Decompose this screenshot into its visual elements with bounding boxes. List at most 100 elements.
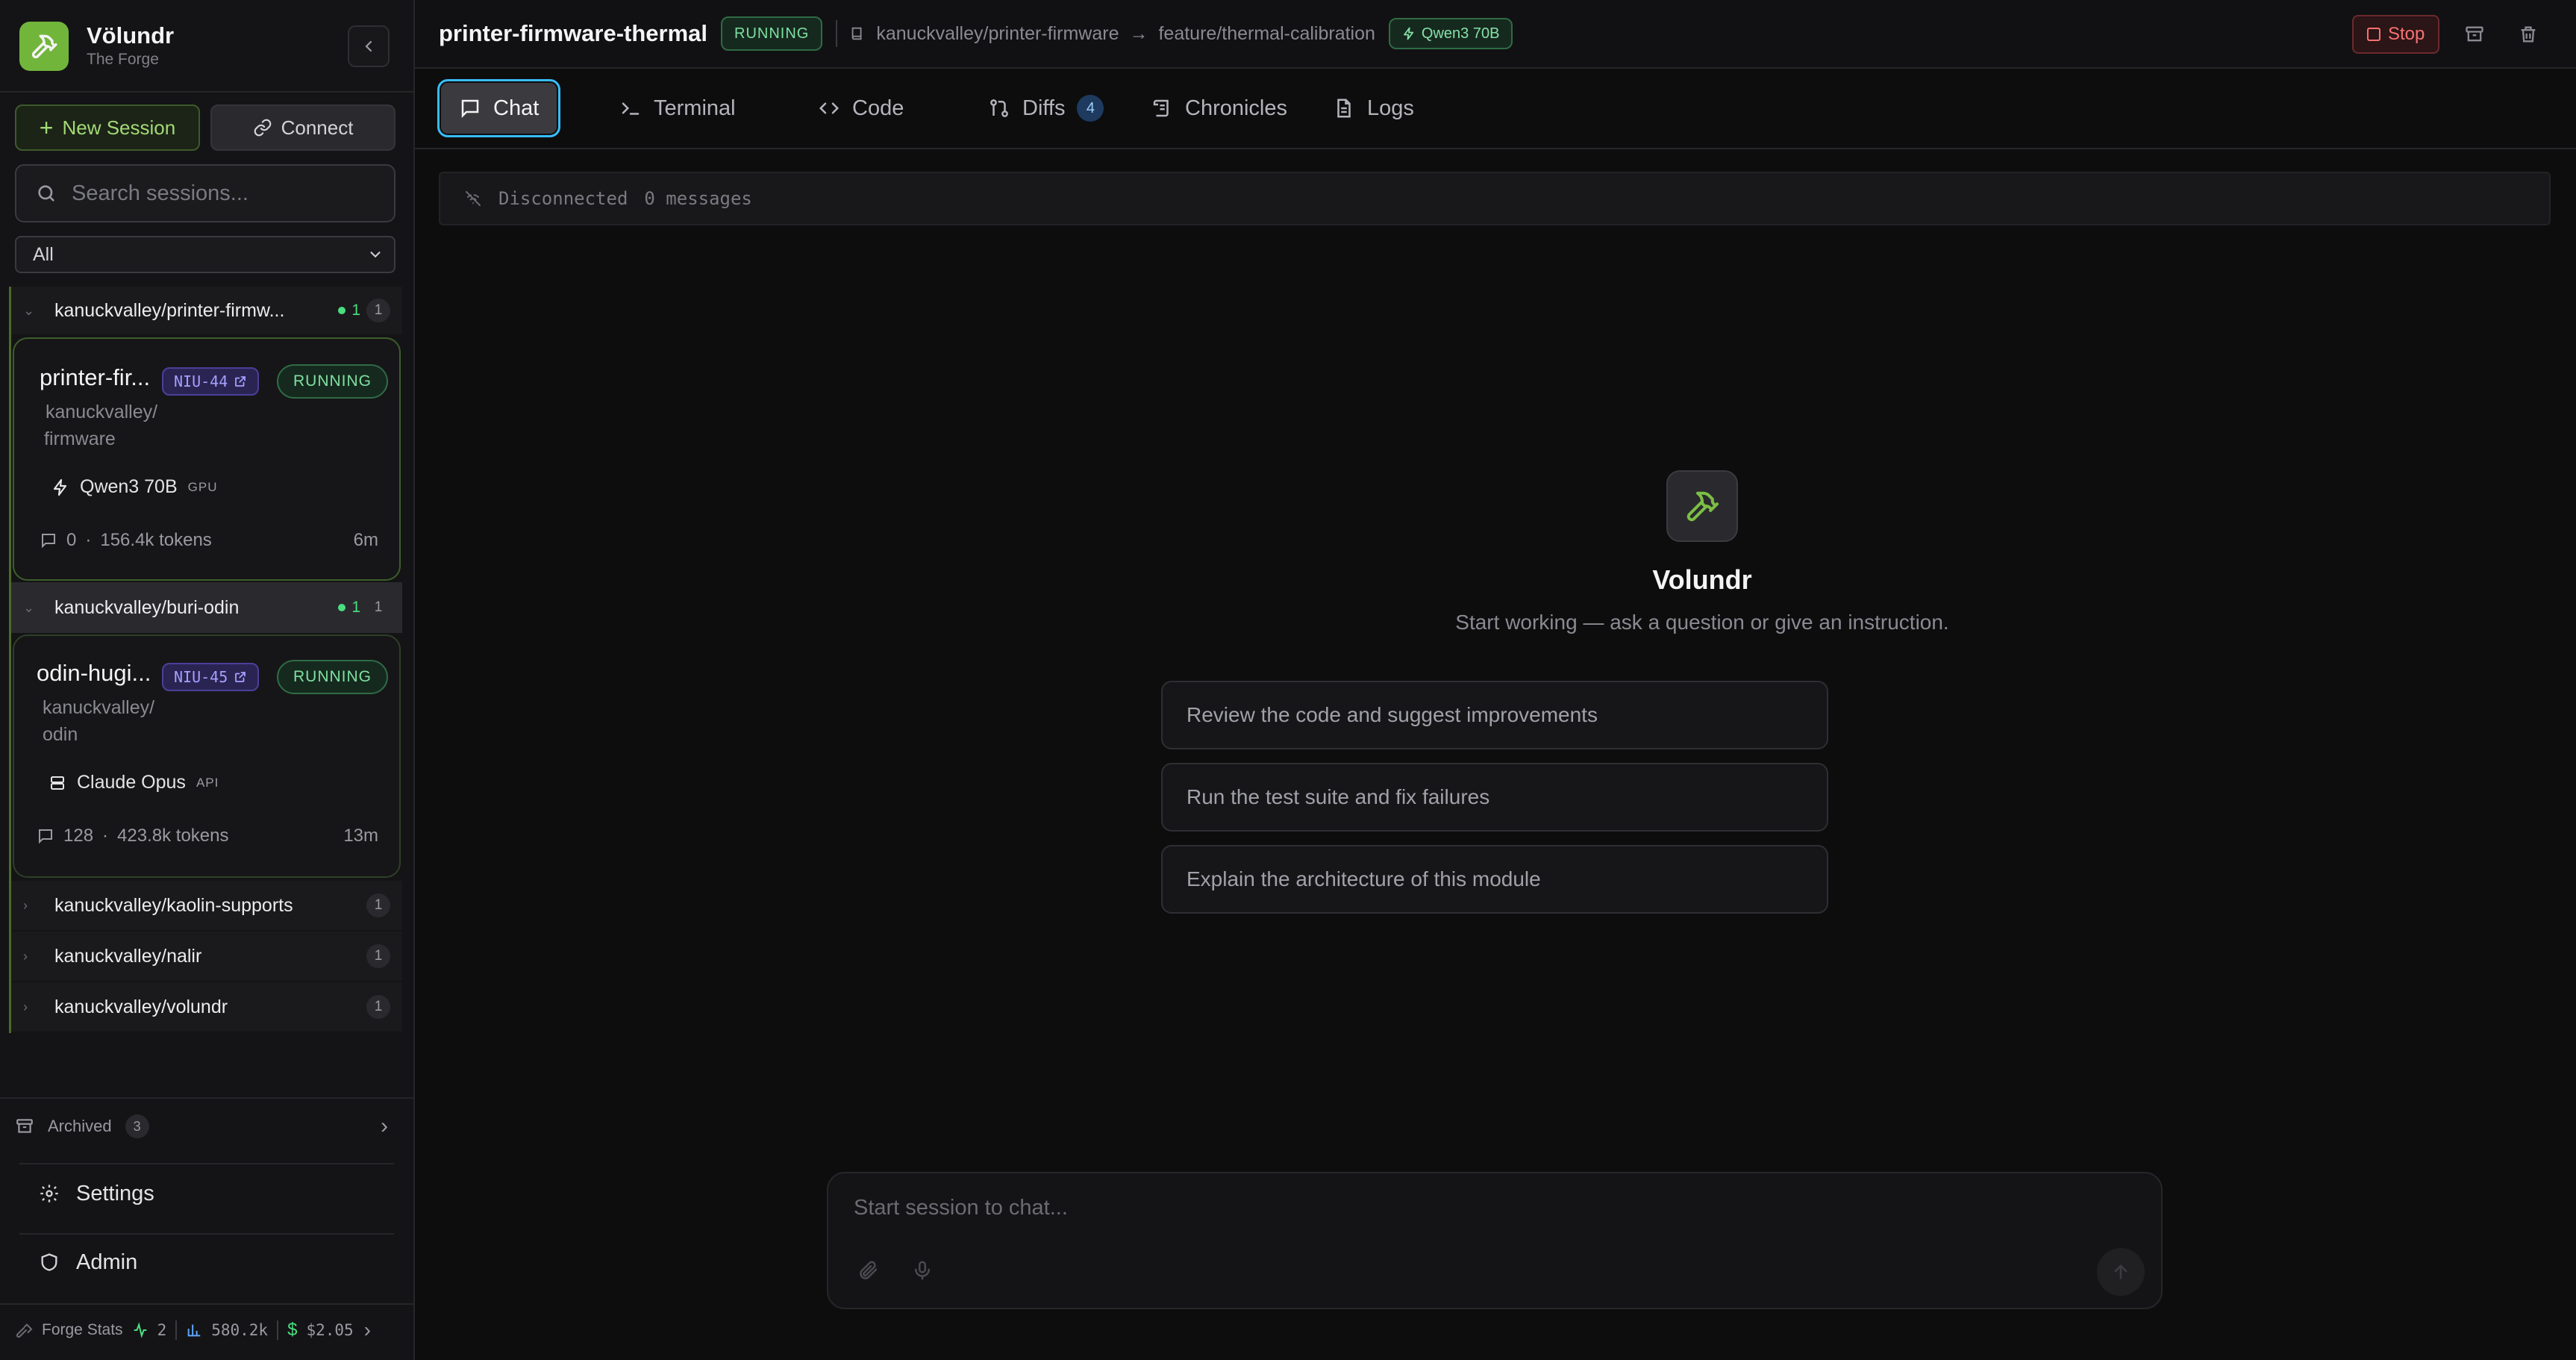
model-name: Claude Opus — [77, 772, 186, 793]
chevron-right-icon: › — [23, 897, 28, 913]
session-path: kanuckvalley/ firmware — [44, 399, 158, 452]
archived-count: 3 — [125, 1114, 149, 1138]
divider — [0, 1303, 413, 1305]
gear-icon — [40, 1185, 58, 1203]
external-link-icon — [235, 376, 246, 387]
archived-sessions-toggle[interactable]: Archived 3 › — [15, 1108, 396, 1145]
send-button[interactable] — [2097, 1248, 2145, 1296]
terminal-icon — [622, 102, 640, 115]
bar-chart-icon — [187, 1324, 201, 1337]
stop-label: Stop — [2388, 24, 2425, 44]
dollar-icon: $ — [287, 1320, 298, 1340]
new-session-button[interactable]: + New Session — [15, 105, 200, 151]
message-icon — [42, 534, 55, 549]
composer-input[interactable]: Start session to chat... — [854, 1196, 1068, 1220]
chevron-right-icon: › — [23, 999, 28, 1014]
separator — [277, 1320, 279, 1340]
group-header-kaolin-supports[interactable]: › kanuckvalley/kaolin-supports 1 — [11, 881, 402, 930]
ticket-link[interactable]: NIU-44 — [162, 367, 260, 396]
session-filter-select[interactable]: All — [15, 236, 396, 273]
active-count: 1 — [351, 302, 360, 319]
connection-status-bar: Disconnected 0 messages — [439, 172, 2551, 225]
active-count: 1 — [351, 599, 360, 616]
group-header-buri-odin[interactable]: ⌄ kanuckvalley/buri-odin 1 1 — [11, 582, 402, 633]
suggestion-button[interactable]: Run the test suite and fix failures — [1161, 763, 1828, 832]
microphone-button[interactable] — [907, 1255, 937, 1285]
code-icon — [819, 102, 840, 114]
admin-link[interactable]: Admin — [39, 1244, 137, 1281]
branch-name: feature/thermal-calibration — [1158, 22, 1375, 44]
trash-icon — [2521, 26, 2536, 43]
suggestion-button[interactable]: Explain the architecture of this module — [1161, 845, 1828, 914]
chevron-down-icon — [370, 252, 381, 258]
tab-chronicles[interactable]: Chronicles — [1151, 79, 1287, 137]
delete-session-button[interactable] — [2513, 19, 2543, 49]
status-badge: RUNNING — [721, 16, 823, 51]
model-name: Qwen3 70B — [80, 476, 178, 497]
ticket-id: NIU-44 — [174, 372, 228, 390]
repo-breadcrumb: kanuckvalley/printer-firmware → feature/… — [849, 23, 1375, 45]
connect-label: Connect — [281, 116, 354, 139]
path-line: firmware — [44, 428, 116, 449]
forge-stats[interactable]: Forge Stats 2 580.2k $ $2.05 › — [15, 1314, 396, 1347]
diff-count-badge: 4 — [1077, 95, 1104, 122]
tab-chat[interactable]: Chat — [437, 79, 561, 137]
ticket-id: NIU-45 — [174, 668, 228, 686]
session-meta: 0 · 156.4k tokens — [40, 530, 212, 551]
tab-logs[interactable]: Logs — [1333, 79, 1414, 137]
link-icon — [254, 119, 271, 137]
tab-terminal[interactable]: Terminal — [619, 79, 736, 137]
empty-state: Volundr Start working — ask a question o… — [1161, 470, 2243, 634]
connection-state: Disconnected — [498, 188, 628, 209]
search-icon — [38, 185, 54, 202]
group-count: 1 — [366, 995, 390, 1019]
session-path: kanuckvalley/ odin — [43, 694, 154, 748]
tab-code[interactable]: Code — [818, 79, 904, 137]
session-groups: ⌄ kanuckvalley/printer-firmw... 1 1 prin… — [9, 287, 402, 1033]
session-title: printer-fir... — [40, 364, 151, 390]
path-line: odin — [43, 724, 78, 745]
meta-separator: · — [102, 826, 109, 846]
chevron-right-icon: › — [363, 1318, 371, 1341]
session-card-printer-firmware[interactable]: printer-fir... NIU-44 RUNNING kanuckvall… — [13, 337, 401, 581]
ticket-link[interactable]: NIU-45 — [162, 663, 260, 691]
search-box — [15, 164, 396, 222]
session-title: odin-hugi... — [37, 660, 151, 686]
separator — [175, 1320, 178, 1340]
session-card-odin[interactable]: odin-hugi... NIU-45 RUNNING kanuckvalley… — [13, 634, 401, 878]
connect-button[interactable]: Connect — [210, 105, 396, 151]
divider — [19, 1163, 394, 1164]
group-header-printer-firmware[interactable]: ⌄ kanuckvalley/printer-firmw... 1 1 — [11, 287, 402, 334]
stats-label: Forge Stats — [42, 1321, 123, 1338]
session-title: printer-firmware-thermal — [439, 20, 708, 46]
settings-label: Settings — [76, 1181, 154, 1205]
brand-subtitle: The Forge — [87, 51, 159, 68]
group-header-volundr[interactable]: › kanuckvalley/volundr 1 — [11, 982, 402, 1032]
model-badge: Qwen3 70B — [1388, 18, 1513, 49]
archive-session-button[interactable] — [2460, 19, 2489, 49]
tab-diffs[interactable]: Diffs 4 — [988, 79, 1104, 137]
hammer-icon — [16, 1323, 33, 1338]
collapse-sidebar-button[interactable] — [348, 25, 390, 67]
archive-icon — [16, 1119, 33, 1133]
path-line: kanuckvalley/ — [46, 402, 158, 422]
suggestion-button[interactable]: Review the code and suggest improvements — [1161, 681, 1828, 749]
group-name: kanuckvalley/volundr — [54, 996, 228, 1017]
tab-label: Chat — [493, 96, 540, 120]
search-input[interactable] — [72, 181, 385, 206]
hammer-icon — [1666, 470, 1738, 542]
stop-button[interactable]: Stop — [2352, 15, 2440, 54]
settings-link[interactable]: Settings — [39, 1175, 154, 1212]
model-name: Qwen3 70B — [1421, 25, 1500, 42]
activity-icon — [134, 1322, 146, 1338]
new-session-label: New Session — [62, 116, 176, 139]
server-icon — [51, 776, 64, 790]
chevron-down-icon: ⌄ — [23, 302, 35, 318]
tab-label: Logs — [1367, 96, 1414, 120]
group-header-nalir[interactable]: › kanuckvalley/nalir 1 — [11, 932, 402, 981]
attach-button[interactable] — [854, 1255, 884, 1285]
model-kind: API — [196, 775, 219, 790]
group-count: 1 — [374, 599, 383, 615]
tab-label: Chronicles — [1185, 96, 1287, 120]
message-count: 128 — [63, 826, 94, 846]
